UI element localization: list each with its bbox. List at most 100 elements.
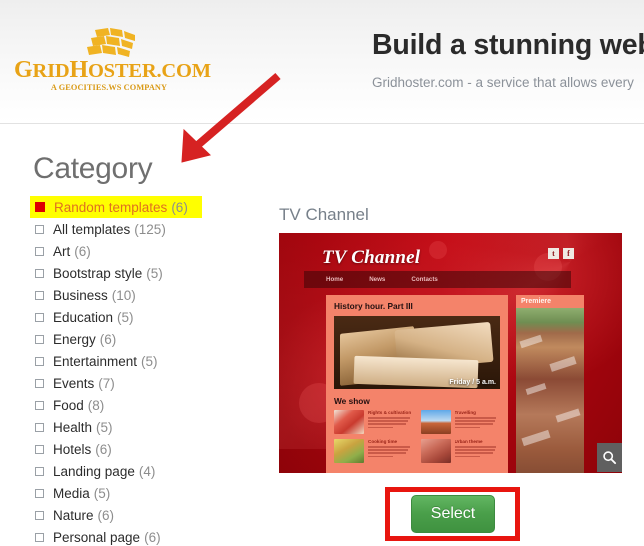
category-item-random-templates[interactable]: Random templates (6): [30, 196, 202, 218]
category-checkbox[interactable]: [35, 290, 44, 300]
article-title: Urban theme: [454, 439, 483, 444]
category-item-business[interactable]: Business (10): [30, 284, 260, 306]
article-thumbnail: [420, 410, 451, 434]
category-checkbox[interactable]: [35, 202, 45, 212]
category-checkbox[interactable]: [35, 422, 44, 432]
category-item-all-templates[interactable]: All templates (125): [30, 218, 260, 240]
category-item-personal-page[interactable]: Personal page (6): [30, 526, 260, 546]
article-item: Urban theme: [420, 439, 501, 463]
category-checkbox[interactable]: [35, 334, 44, 344]
category-count: (5): [141, 353, 158, 369]
category-checkbox[interactable]: [35, 378, 44, 388]
bokeh-circle: [429, 241, 447, 259]
category-item-education[interactable]: Education (5): [30, 306, 260, 328]
category-label: Art: [53, 243, 71, 259]
category-label: Food: [53, 397, 84, 413]
zoom-preview-button[interactable]: [597, 443, 622, 472]
article-title: Cooking time: [368, 439, 398, 444]
article-text: Urban theme: [454, 439, 501, 463]
category-checkbox[interactable]: [35, 224, 44, 234]
thumbnail-social-icons: t f: [548, 248, 574, 259]
category-checkbox[interactable]: [35, 532, 44, 542]
category-checkbox[interactable]: [35, 312, 44, 322]
article-item: Travelling: [420, 410, 501, 434]
logo-tagline: A GEOCITIES.WS COMPANY: [50, 83, 168, 92]
category-list: Random templates (6) All templates (125) Art…: [30, 196, 260, 546]
category-item-bootstrap-style[interactable]: Bootstrap style (5): [30, 262, 260, 284]
category-item-food[interactable]: Food (8): [30, 394, 260, 416]
category-label: Business: [53, 287, 108, 303]
category-item-nature[interactable]: Nature (6): [30, 504, 260, 526]
template-name: TV Channel: [279, 205, 369, 224]
category-item-art[interactable]: Art (6): [30, 240, 260, 262]
category-checkbox[interactable]: [35, 466, 44, 476]
thumbnail-nav-item: Contacts: [411, 276, 438, 283]
category-checkbox[interactable]: [35, 444, 44, 454]
article-thumbnail: [334, 439, 364, 463]
category-checkbox[interactable]: [35, 510, 44, 520]
category-count: (6): [74, 243, 91, 259]
category-count: (4): [138, 463, 156, 479]
feature-heading: History hour. Part III: [334, 301, 413, 311]
category-checkbox[interactable]: [35, 268, 44, 278]
site-header: GRIDHOSTER.COM A GEOCITIES.WS COMPANY Bu…: [0, 0, 644, 124]
logo-wordmark: GRIDHOSTER.COM: [14, 57, 211, 83]
thumbnail-nav-item: Home: [326, 276, 344, 283]
category-item-landing-page[interactable]: Landing page (4): [30, 460, 260, 482]
category-label: Health: [53, 419, 93, 435]
aside-image: [516, 308, 584, 473]
thumbnail-nav: Home News Contacts: [304, 271, 571, 288]
category-checkbox[interactable]: [35, 356, 44, 366]
article-body-lines: [454, 417, 501, 429]
thumbnail-nav-item: News: [369, 276, 386, 283]
thumbnail-brand: TV Channel: [322, 247, 421, 268]
twitter-icon: t: [548, 248, 559, 259]
article-item: Rights & cultivation: [334, 410, 414, 434]
article-item: Cooking time: [334, 439, 414, 463]
thumbnail-aside: Premiere: [516, 295, 584, 473]
article-grid: Rights & cultivation Travelling Cooking ti…: [334, 410, 500, 463]
aside-heading: Premiere: [521, 298, 551, 305]
section-heading: We show: [334, 396, 370, 406]
template-thumbnail[interactable]: TV Channel t f Home News Contacts History …: [279, 233, 622, 473]
category-count: (5): [146, 265, 163, 281]
article-thumbnail: [334, 410, 364, 434]
article-body-lines: [454, 446, 501, 458]
category-count: (6): [97, 507, 115, 523]
category-item-energy[interactable]: Energy (6): [30, 328, 260, 350]
category-label: Random templates: [54, 199, 168, 215]
category-heading: Category: [33, 152, 153, 185]
magnifier-icon: [603, 451, 617, 465]
category-label: Bootstrap style: [53, 265, 143, 281]
thumbnail-main-column: History hour. Part III Friday / 5 a.m. W…: [326, 295, 508, 473]
article-text: Travelling: [454, 410, 501, 434]
category-count: (6): [99, 331, 117, 347]
category-checkbox[interactable]: [35, 400, 44, 410]
category-count: (7): [98, 375, 115, 391]
feature-image: Friday / 5 a.m.: [334, 316, 500, 389]
page-subtitle: Gridhoster.com - a service that allows e…: [372, 75, 634, 90]
category-count: (8): [87, 397, 105, 413]
facebook-icon: f: [563, 248, 574, 259]
article-text: Cooking time: [368, 439, 414, 463]
category-item-entertainment[interactable]: Entertainment (5): [30, 350, 260, 372]
category-label: Hotels: [53, 441, 92, 457]
site-logo[interactable]: GRIDHOSTER.COM A GEOCITIES.WS COMPANY: [14, 28, 211, 93]
category-checkbox[interactable]: [35, 246, 44, 256]
category-count: (5): [117, 309, 134, 325]
category-label: Media: [53, 485, 90, 501]
category-item-health[interactable]: Health (5): [30, 416, 260, 438]
category-label: Education: [53, 309, 114, 325]
select-button[interactable]: Select: [411, 495, 495, 533]
category-label: Personal page: [53, 529, 141, 545]
category-item-hotels[interactable]: Hotels (6): [30, 438, 260, 460]
category-item-media[interactable]: Media (5): [30, 482, 260, 504]
feature-caption: Friday / 5 a.m.: [449, 379, 496, 386]
category-label: Energy: [53, 331, 96, 347]
category-label: All templates: [53, 221, 131, 237]
page-root: GRIDHOSTER.COM A GEOCITIES.WS COMPANY Bu…: [0, 0, 644, 546]
category-count: (125): [134, 221, 166, 237]
category-item-events[interactable]: Events (7): [30, 372, 260, 394]
category-label: Events: [53, 375, 95, 391]
category-checkbox[interactable]: [35, 488, 44, 498]
